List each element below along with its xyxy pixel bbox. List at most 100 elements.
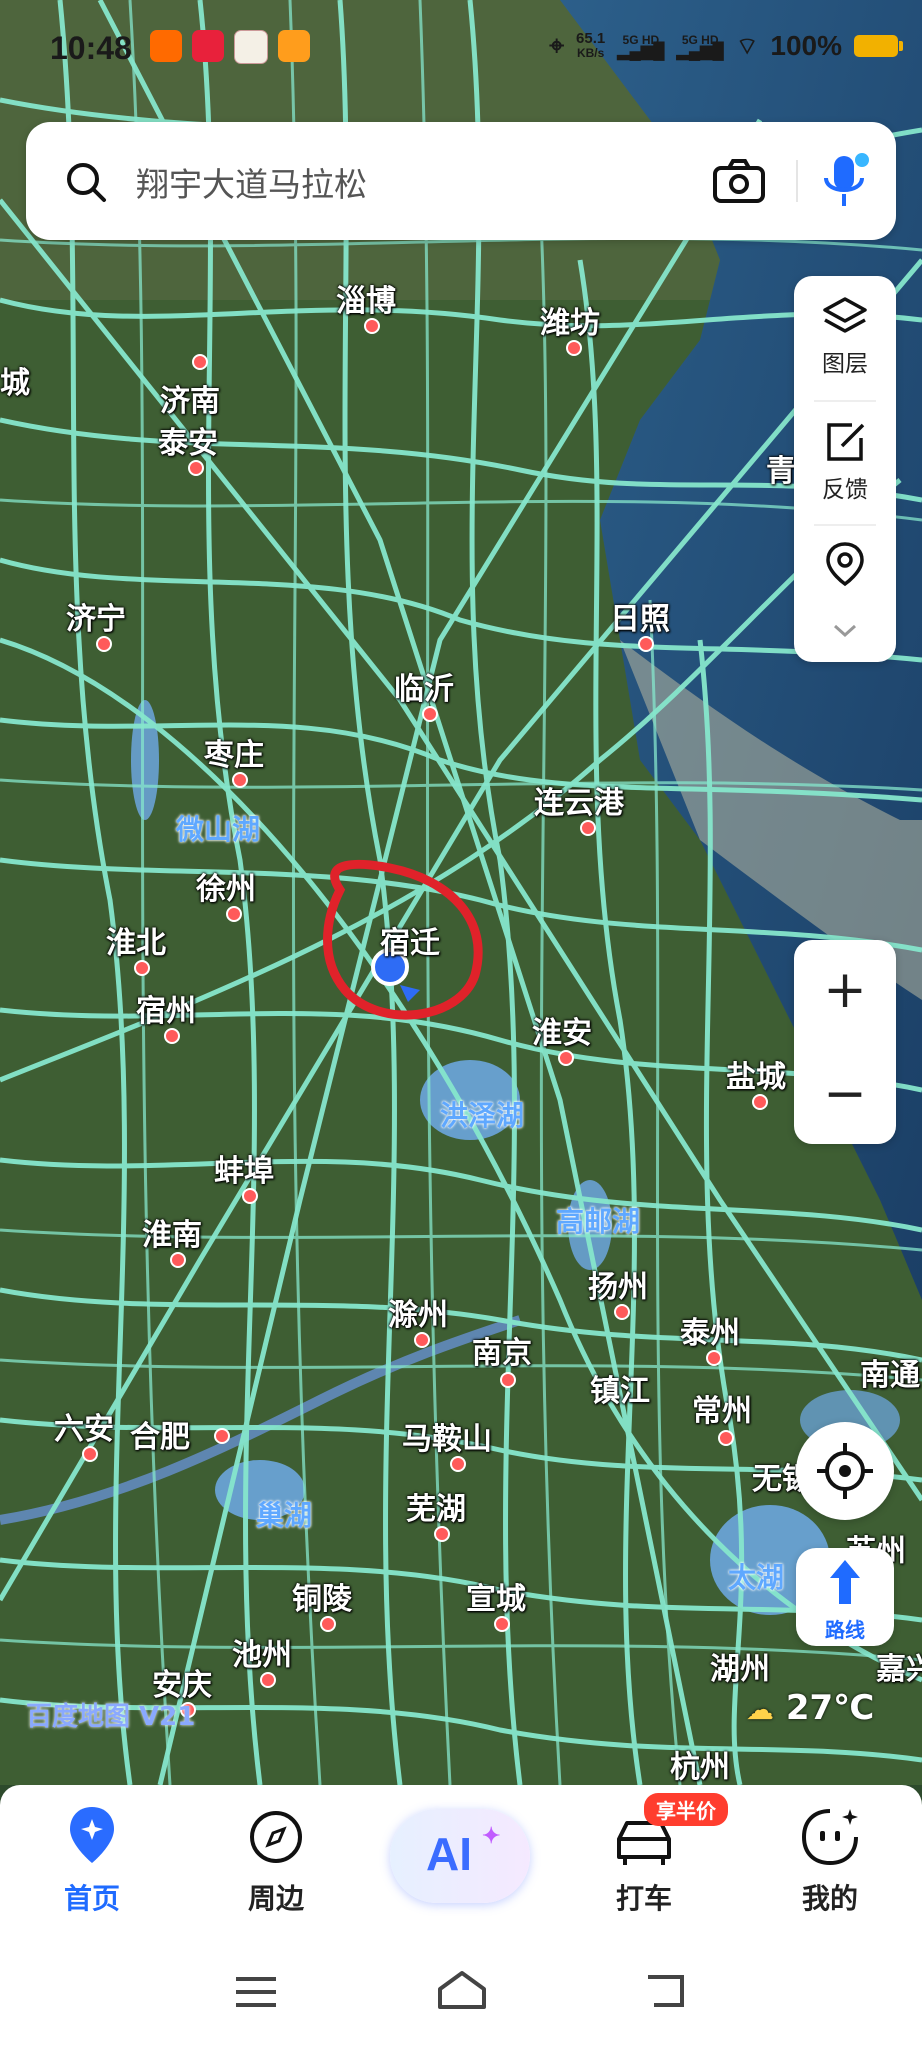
city-label[interactable]: 淮北: [106, 918, 166, 962]
city-marker: [752, 1094, 768, 1110]
city-label[interactable]: 潍坊: [540, 298, 600, 342]
city-marker: [134, 960, 150, 976]
city-label[interactable]: 济南: [160, 376, 220, 420]
status-time: 10:48: [50, 30, 132, 66]
location-icon: ⌖: [549, 30, 565, 60]
bottom-tab-bar: 首页 周边 AI ✦ 打车 享半价 我的: [0, 1785, 922, 1935]
city-label[interactable]: 宿州: [136, 986, 196, 1030]
back-icon[interactable]: [644, 1971, 688, 2011]
city-label[interactable]: 池州: [232, 1630, 292, 1674]
map-tools-panel: 图层 反馈: [794, 276, 896, 662]
tab-home[interactable]: 首页: [32, 1785, 152, 1935]
menu-icon[interactable]: [234, 1975, 278, 2009]
city-label[interactable]: 宿迁: [380, 918, 440, 962]
city-marker: [164, 1028, 180, 1044]
tab-taxi-label: 打车: [615, 1882, 672, 1915]
city-label[interactable]: 六安: [54, 1404, 114, 1448]
city-label[interactable]: 杭州: [670, 1742, 730, 1785]
city-marker: [96, 636, 112, 652]
city-label[interactable]: 枣庄: [204, 730, 264, 774]
battery-icon: [854, 35, 903, 57]
search-bar[interactable]: 翔宇大道马拉松: [26, 122, 896, 240]
ai-assistant-button[interactable]: AI ✦: [390, 1809, 530, 1903]
location-pin-button[interactable]: [794, 540, 896, 596]
net-speed: 65.1 KB/s: [576, 31, 605, 61]
city-marker: [414, 1332, 430, 1348]
city-label[interactable]: 日照: [610, 594, 670, 638]
sim1-signal: 5G HD ▂▄▆█: [617, 34, 665, 60]
city-label[interactable]: 济宁: [66, 594, 126, 638]
city-label[interactable]: 蚌埠: [214, 1146, 274, 1190]
home-icon[interactable]: [436, 1969, 488, 2011]
tab-nearby[interactable]: 周边: [216, 1785, 336, 1935]
city-marker: [82, 1446, 98, 1462]
signal-bars-icon: ▂▄▆█: [676, 43, 724, 60]
panel-divider: [814, 400, 876, 402]
city-marker: [214, 1428, 230, 1444]
feedback-button[interactable]: 反馈: [794, 420, 896, 504]
sim2-signal: 5G HD ▂▄▆█: [676, 34, 724, 60]
city-label[interactable]: 湖州: [710, 1644, 770, 1688]
city-label[interactable]: 滁州: [388, 1290, 448, 1334]
search-icon[interactable]: [64, 160, 108, 204]
city-marker: [232, 772, 248, 788]
city-label[interactable]: 城: [0, 358, 30, 402]
net-speed-unit: KB/s: [576, 46, 605, 60]
city-label[interactable]: 芜湖: [406, 1484, 466, 1528]
city-label[interactable]: 铜陵: [292, 1574, 352, 1618]
chevron-down-icon: [833, 624, 857, 638]
city-label[interactable]: 淮南: [142, 1210, 202, 1254]
expand-panel-button[interactable]: [794, 620, 896, 646]
tab-mine[interactable]: 我的: [770, 1785, 890, 1935]
feedback-edit-icon: [827, 423, 865, 461]
route-arrow-icon: [830, 1560, 860, 1604]
camera-icon[interactable]: [712, 158, 766, 204]
city-label[interactable]: 连云港: [534, 778, 624, 822]
ai-label: AI: [426, 1828, 472, 1880]
route-button[interactable]: 路线: [796, 1548, 894, 1646]
city-label[interactable]: 徐州: [196, 864, 256, 908]
city-marker: [500, 1372, 516, 1388]
city-label[interactable]: 南通: [860, 1350, 920, 1394]
compass-icon: [250, 1811, 302, 1863]
city-label[interactable]: 淄博: [336, 276, 396, 320]
city-label[interactable]: 镇江: [590, 1366, 650, 1410]
home-pin-icon: [70, 1807, 114, 1863]
map-canvas[interactable]: 淄博 潍坊 济南 泰安 济宁 日照 临沂 枣庄 连云港 徐州 淮北 宿迁 宿州 …: [0, 0, 922, 1785]
taobao-icon: [150, 30, 182, 62]
city-label[interactable]: 嘉兴: [876, 1644, 922, 1688]
location-pin-icon: [826, 542, 864, 587]
city-label[interactable]: 临沂: [394, 664, 454, 708]
temperature-text: 27℃: [785, 1688, 875, 1728]
city-label[interactable]: 泰安: [158, 418, 218, 462]
city-label[interactable]: 常州: [692, 1386, 752, 1430]
city-label[interactable]: 南京: [472, 1328, 532, 1372]
signal-bars-icon: ▂▄▆█: [617, 43, 665, 60]
city-label[interactable]: 青: [766, 446, 796, 490]
city-label[interactable]: 淮安: [532, 1008, 592, 1052]
lake-label: 微山湖: [176, 813, 261, 846]
microphone-icon[interactable]: [820, 150, 872, 212]
lake-label: 高邮湖: [556, 1205, 641, 1238]
city-marker: [494, 1616, 510, 1632]
crosshair-icon: [817, 1443, 873, 1499]
lake-label: 洪泽湖: [440, 1099, 525, 1132]
search-input[interactable]: 翔宇大道马拉松: [136, 158, 367, 206]
city-label[interactable]: 泰州: [680, 1308, 740, 1352]
locate-me-button[interactable]: [796, 1422, 894, 1520]
city-marker: [170, 1252, 186, 1268]
lake-label: 巢湖: [256, 1499, 313, 1532]
city-marker: [558, 1050, 574, 1066]
zoom-in-button[interactable]: +: [794, 940, 896, 1040]
city-label[interactable]: 合肥: [130, 1412, 190, 1456]
city-label[interactable]: 扬州: [588, 1262, 648, 1306]
net-speed-value: 65.1: [576, 30, 606, 47]
tab-mine-label: 我的: [801, 1882, 858, 1915]
city-label[interactable]: 马鞍山: [402, 1414, 492, 1458]
city-label[interactable]: 宣城: [466, 1574, 526, 1618]
city-marker: [188, 460, 204, 476]
layers-button[interactable]: 图层: [794, 296, 896, 378]
battery-percent: 100%: [770, 30, 842, 61]
city-label[interactable]: 盐城: [726, 1052, 786, 1096]
zoom-out-button[interactable]: −: [794, 1044, 896, 1144]
